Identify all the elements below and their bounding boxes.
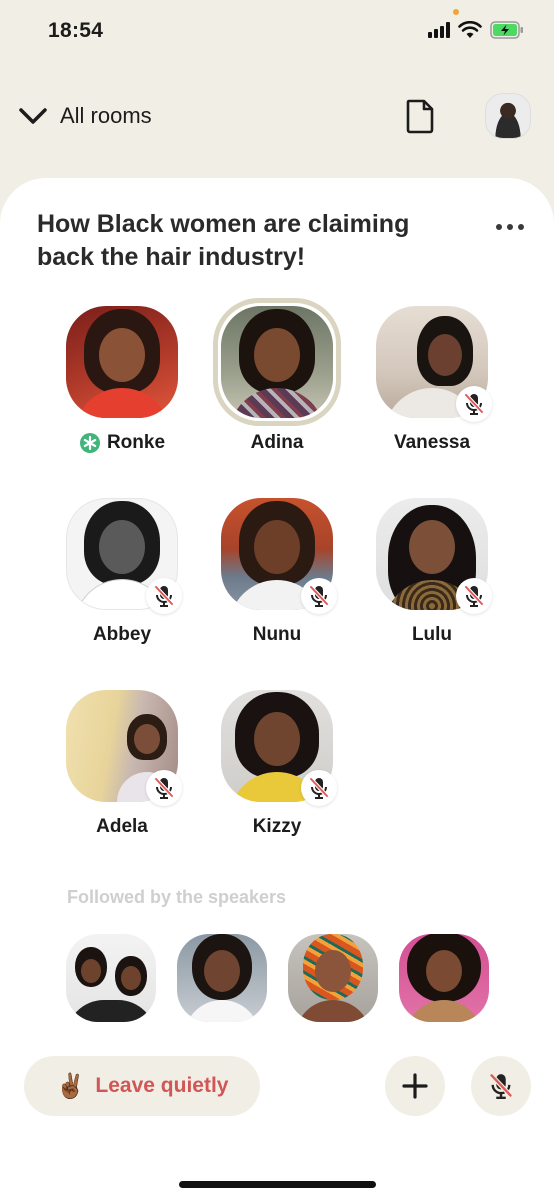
speaker-lulu[interactable]: Lulu (362, 498, 502, 646)
listener-avatar[interactable] (177, 934, 267, 1022)
speaker-name: Adela (96, 816, 148, 837)
muted-mic-icon (464, 585, 484, 607)
room-sheet: How Black women are claiming back the ha… (0, 178, 554, 1200)
speaker-nunu[interactable]: Nunu (207, 498, 347, 646)
room-title: How Black women are claiming back the ha… (37, 210, 410, 271)
muted-badge (301, 770, 337, 806)
speaker-name: Kizzy (252, 816, 302, 837)
speaker-name: Abbey (92, 624, 152, 645)
home-indicator[interactable] (179, 1181, 376, 1188)
more-icon-dot (507, 224, 513, 230)
speaker-adina[interactable]: Adina (207, 298, 347, 454)
listener-avatar[interactable] (66, 934, 156, 1022)
muted-mic-icon (309, 585, 329, 607)
signal-icon (428, 22, 450, 38)
status-time: 18:54 (48, 19, 104, 42)
peace-hand-icon: ✌🏾 (55, 1072, 86, 1100)
muted-badge (301, 578, 337, 614)
muted-badge (456, 386, 492, 422)
moderator-icon (79, 433, 100, 453)
muted-mic-icon (489, 1073, 513, 1099)
speaker-name: Adina (250, 432, 304, 453)
speaker-kizzy[interactable]: Kizzy (207, 690, 347, 838)
muted-badge (146, 770, 182, 806)
plus-icon (402, 1073, 428, 1099)
muted-mic-icon (464, 393, 484, 415)
more-icon-dot (496, 224, 502, 230)
status-bar: 18:54 (0, 0, 554, 60)
add-button[interactable] (385, 1056, 445, 1116)
muted-mic-icon (154, 585, 174, 607)
header: All rooms (0, 88, 554, 144)
more-icon-dot (518, 224, 524, 230)
listener-avatar[interactable] (399, 934, 489, 1022)
battery-icon (490, 21, 523, 39)
profile-avatar[interactable] (485, 93, 531, 139)
muted-mic-icon (154, 777, 174, 799)
speaker-name: Ronke (106, 432, 166, 453)
avatar (66, 306, 178, 418)
leave-quietly-button[interactable]: ✌🏾 Leave quietly (24, 1056, 260, 1116)
speaker-adela[interactable]: Adela (52, 690, 192, 838)
document-button[interactable] (400, 94, 440, 138)
all-rooms-button[interactable]: All rooms (18, 94, 152, 138)
speaker-name: Nunu (252, 624, 302, 645)
muted-mic-icon (309, 777, 329, 799)
speaker-ronke[interactable]: Ronke (52, 306, 192, 454)
speaker-name: Vanessa (393, 432, 471, 453)
chevron-down-icon (19, 108, 47, 124)
muted-badge (146, 578, 182, 614)
followed-section-label: Followed by the speakers (67, 887, 287, 907)
more-options-button[interactable] (490, 212, 530, 242)
speaker-vanessa[interactable]: Vanessa (362, 306, 502, 454)
mute-toggle-button[interactable] (471, 1056, 531, 1116)
listener-avatar[interactable] (288, 934, 378, 1022)
muted-badge (456, 578, 492, 614)
document-icon (406, 99, 434, 134)
speaker-abbey[interactable]: Abbey (52, 498, 192, 646)
privacy-indicator-dot (453, 9, 459, 15)
speaking-indicator (213, 298, 341, 426)
all-rooms-label: All rooms (60, 103, 152, 128)
avatar (221, 306, 333, 418)
leave-quietly-label: Leave quietly (95, 1074, 229, 1097)
wifi-icon (458, 21, 482, 38)
speaker-name: Lulu (411, 624, 453, 645)
